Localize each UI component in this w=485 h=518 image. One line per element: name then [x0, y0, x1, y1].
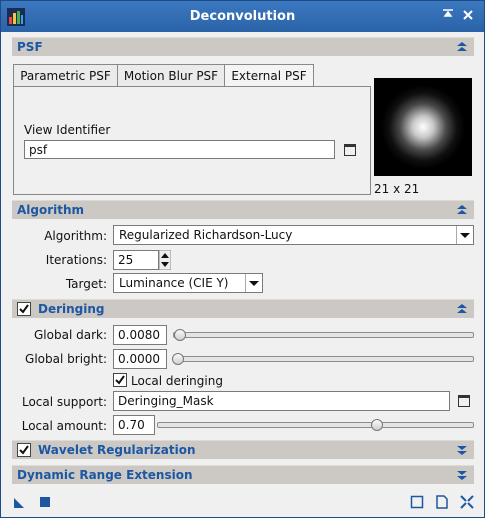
title-bar[interactable]: Deconvolution [1, 1, 484, 32]
reset-icon[interactable] [460, 495, 474, 509]
collapse-icon[interactable] [440, 9, 456, 25]
iterations-label: Iterations: [45, 253, 107, 267]
tab-external-psf[interactable]: External PSF [224, 64, 314, 88]
psf-size-label: 21 x 21 [374, 182, 420, 196]
close-icon[interactable] [460, 9, 476, 25]
psf-section-header[interactable]: PSF [12, 37, 474, 56]
algorithm-label: Algorithm: [44, 229, 107, 243]
new-instance-icon[interactable] [13, 495, 27, 509]
local-amount-input[interactable]: 0.70 [113, 415, 155, 435]
view-identifier-input[interactable]: psf [24, 140, 335, 159]
psf-section-title: PSF [17, 40, 43, 54]
local-deringing-label: Local deringing [131, 374, 223, 388]
expand-down-icon[interactable] [456, 468, 468, 482]
tab-motion-blur-psf[interactable]: Motion Blur PSF [117, 64, 225, 87]
target-value: Luminance (CIE Y) [119, 276, 229, 290]
expand-down-icon[interactable] [456, 443, 468, 457]
global-dark-input[interactable]: 0.0080 [113, 325, 167, 345]
wavelet-regularization-section-header[interactable]: Wavelet Regularization [12, 440, 474, 459]
local-support-label: Local support: [21, 395, 107, 409]
wavelet-regularization-checkbox[interactable] [17, 443, 31, 457]
target-select[interactable]: Luminance (CIE Y) [113, 273, 263, 293]
view-selector-icon[interactable] [458, 395, 470, 407]
local-deringing-checkbox[interactable] [113, 373, 127, 387]
algorithm-section-header[interactable]: Algorithm [12, 200, 474, 219]
global-bright-slider-handle[interactable] [172, 353, 184, 365]
psf-preview-image [374, 78, 472, 176]
global-dark-label: Global dark: [34, 328, 107, 342]
local-support-input[interactable]: Deringing_Mask [113, 391, 450, 411]
collapse-up-icon[interactable] [456, 203, 468, 217]
deringing-checkbox[interactable] [17, 302, 31, 316]
chevron-down-icon [245, 274, 262, 292]
collapse-up-icon[interactable] [456, 302, 468, 316]
apply-global-icon[interactable] [38, 495, 52, 509]
deconvolution-window: Deconvolution PSF Parametric PSF Motion … [0, 0, 485, 518]
dynamic-range-extension-section-header[interactable]: Dynamic Range Extension [12, 465, 474, 484]
algorithm-value: Regularized Richardson-Lucy [119, 228, 293, 242]
deringing-section-title: Deringing [38, 302, 105, 316]
documentation-icon[interactable] [435, 495, 449, 509]
preview-icon[interactable] [410, 495, 424, 509]
spin-stepper-icon[interactable] [159, 250, 171, 270]
global-bright-slider[interactable] [173, 356, 474, 362]
local-amount-slider-handle[interactable] [371, 419, 383, 431]
algorithm-select[interactable]: Regularized Richardson-Lucy [113, 225, 474, 245]
algorithm-section-title: Algorithm [17, 203, 85, 217]
view-identifier-label: View Identifier [24, 123, 111, 137]
global-bright-label: Global bright: [25, 352, 107, 366]
global-bright-input[interactable]: 0.0000 [113, 349, 167, 369]
target-label: Target: [65, 277, 107, 291]
iterations-input[interactable]: 25 [113, 250, 159, 270]
local-amount-slider[interactable] [157, 422, 474, 428]
tab-parametric-psf[interactable]: Parametric PSF [13, 64, 118, 87]
wavelet-regularization-title: Wavelet Regularization [38, 443, 196, 457]
external-psf-panel: View Identifier psf [13, 86, 371, 195]
window-title: Deconvolution [189, 9, 296, 24]
global-dark-slider-handle[interactable] [174, 329, 186, 341]
deringing-section-header[interactable]: Deringing [12, 299, 474, 318]
dynamic-range-extension-title: Dynamic Range Extension [17, 468, 193, 482]
view-selector-icon[interactable] [344, 144, 356, 156]
local-amount-label: Local amount: [21, 419, 107, 433]
global-dark-slider[interactable] [173, 332, 474, 338]
collapse-up-icon[interactable] [456, 40, 468, 54]
chevron-down-icon [456, 226, 473, 244]
